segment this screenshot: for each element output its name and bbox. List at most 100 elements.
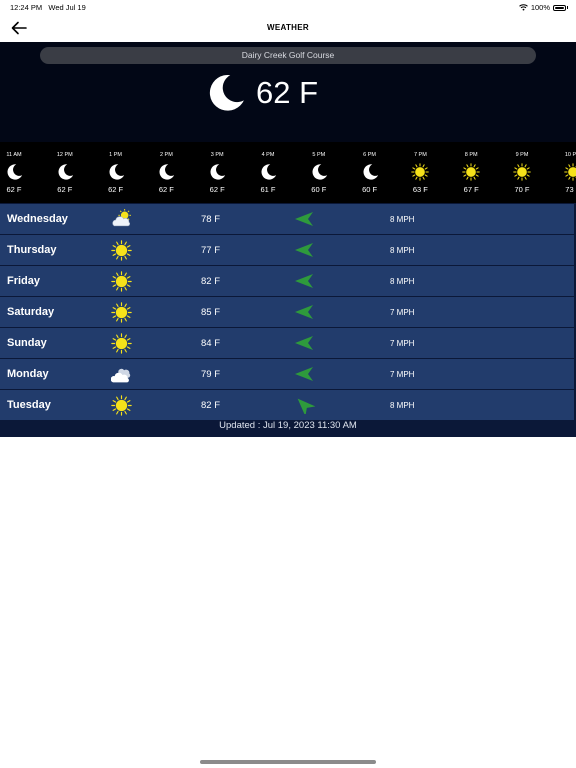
moon-icon xyxy=(310,163,328,181)
hourly-item: 12 PM 62 F xyxy=(40,142,90,203)
hour-label: 4 PM xyxy=(261,152,275,158)
hour-temperature: 67 F xyxy=(463,185,479,194)
hour-temperature: 63 F xyxy=(412,185,428,194)
wind-direction-icon xyxy=(293,272,315,290)
home-indicator[interactable] xyxy=(200,760,376,764)
hour-temperature: 70 F xyxy=(514,185,530,194)
hourly-item: 10 PM 73 F xyxy=(548,142,576,203)
hour-temperature: 60 F xyxy=(362,185,378,194)
wifi-icon xyxy=(518,4,528,11)
day-name: Saturday xyxy=(7,306,55,318)
status-time: 12:24 PM Wed Jul 19 xyxy=(10,3,86,12)
day-row[interactable]: Thursday 77 F 8 MPH xyxy=(0,235,574,265)
hourly-item: 5 PM 60 F xyxy=(294,142,344,203)
moon-icon xyxy=(208,163,226,181)
day-temperature: 77 F xyxy=(201,245,221,256)
moon-icon xyxy=(209,74,244,111)
sun-icon xyxy=(411,163,430,181)
hour-label: 11 AM xyxy=(6,152,22,158)
day-row[interactable]: Wednesday 78 F 8 MPH xyxy=(0,204,574,234)
day-name: Monday xyxy=(7,368,49,380)
day-temperature: 78 F xyxy=(201,214,221,225)
current-temperature: 62 F xyxy=(256,75,319,110)
day-row[interactable]: Monday 79 F 7 MPH xyxy=(0,359,574,389)
wind-direction-icon xyxy=(293,365,315,383)
hour-temperature: 62 F xyxy=(57,185,73,194)
wind-direction-icon xyxy=(293,303,315,321)
status-right: 100% xyxy=(518,3,568,12)
hour-label: 8 PM xyxy=(464,152,478,158)
hourly-item: 9 PM 70 F xyxy=(497,142,547,203)
hour-temperature: 60 F xyxy=(311,185,327,194)
course-name-pill: Dairy Creek Golf Course xyxy=(40,47,536,64)
hour-temperature: 62 F xyxy=(158,185,174,194)
nav-bar: WEATHER xyxy=(0,14,576,42)
day-temperature: 79 F xyxy=(201,369,221,380)
day-name: Wednesday xyxy=(7,213,68,225)
moon-icon xyxy=(107,163,125,181)
wind-direction-icon xyxy=(293,396,316,417)
sun-icon xyxy=(564,163,576,181)
updated-timestamp: Updated : Jul 19, 2023 11:30 AM xyxy=(219,420,357,431)
hour-label: 7 PM xyxy=(413,152,427,158)
hour-label: 2 PM xyxy=(159,152,173,158)
day-temperature: 82 F xyxy=(201,400,221,411)
day-temperature: 85 F xyxy=(201,307,221,318)
moon-icon xyxy=(259,163,277,181)
hourly-item: 6 PM 60 F xyxy=(345,142,395,203)
status-bar: 12:24 PM Wed Jul 19 100% xyxy=(0,0,576,14)
day-temperature: 84 F xyxy=(201,338,221,349)
hourly-item: 8 PM 67 F xyxy=(446,142,496,203)
day-row[interactable]: Tuesday 82 F 8 MPH xyxy=(0,390,574,420)
hour-temperature: 73 F xyxy=(565,185,576,194)
hourly-item: 11 AM 62 F xyxy=(0,142,39,203)
hour-label: 5 PM xyxy=(312,152,326,158)
current-conditions: Dairy Creek Golf Course 62 F xyxy=(0,42,576,142)
hour-temperature: 62 F xyxy=(209,185,225,194)
hourly-item: 1 PM 62 F xyxy=(91,142,141,203)
battery-icon xyxy=(553,4,566,11)
moon-icon xyxy=(361,163,379,181)
day-name: Tuesday xyxy=(7,399,51,411)
hour-label: 9 PM xyxy=(515,152,529,158)
page-title: WEATHER xyxy=(267,23,309,32)
hourly-item: 2 PM 62 F xyxy=(141,142,191,203)
daily-forecast: Wednesday 78 F8 MPH Thursday 77 F8 MPH Frida… xyxy=(0,203,576,437)
sun-icon xyxy=(111,333,132,354)
wind-speed: 8 MPH xyxy=(390,277,415,286)
day-row[interactable]: Saturday 85 F 7 MPH xyxy=(0,297,574,327)
wind-speed: 8 MPH xyxy=(390,246,415,255)
wind-speed: 7 MPH xyxy=(390,308,415,317)
hourly-item: 4 PM 61 F xyxy=(243,142,293,203)
hourly-item: 7 PM 63 F xyxy=(395,142,445,203)
wind-speed: 8 MPH xyxy=(390,401,415,410)
sun-icon xyxy=(111,271,132,292)
day-name: Sunday xyxy=(7,337,47,349)
moon-icon xyxy=(56,163,74,181)
sun-icon xyxy=(111,302,132,323)
hour-temperature: 61 F xyxy=(260,185,276,194)
hourly-item: 3 PM 62 F xyxy=(192,142,242,203)
sun-icon xyxy=(513,163,531,181)
wind-direction-icon xyxy=(293,241,315,259)
partly-cloudy-icon xyxy=(111,209,132,230)
day-row[interactable]: Friday 82 F 8 MPH xyxy=(0,266,574,296)
sun-icon xyxy=(462,163,480,181)
hourly-forecast[interactable]: 11 AM 62 F 12 PM 62 F 1 PM 62 F 2 PM 62 F 3 PM 62… xyxy=(0,142,576,203)
hour-temperature: 62 F xyxy=(108,185,124,194)
wind-direction-icon xyxy=(293,334,315,352)
hour-label: 3 PM xyxy=(210,152,224,158)
hour-label: 10 PM xyxy=(564,152,576,158)
hour-label: 12 PM xyxy=(56,152,73,158)
day-row[interactable]: Sunday 84 F 7 MPH xyxy=(0,328,574,358)
battery-percent: 100% xyxy=(530,3,550,12)
sun-icon xyxy=(111,240,132,261)
hour-label: 1 PM xyxy=(109,152,123,158)
day-name: Friday xyxy=(7,275,41,287)
sun-icon xyxy=(111,395,132,416)
wind-direction-icon xyxy=(293,210,315,228)
hour-temperature: 62 F xyxy=(6,185,22,194)
hour-label: 6 PM xyxy=(363,152,377,158)
wind-speed: 8 MPH xyxy=(390,215,415,224)
wind-speed: 7 MPH xyxy=(390,339,415,348)
